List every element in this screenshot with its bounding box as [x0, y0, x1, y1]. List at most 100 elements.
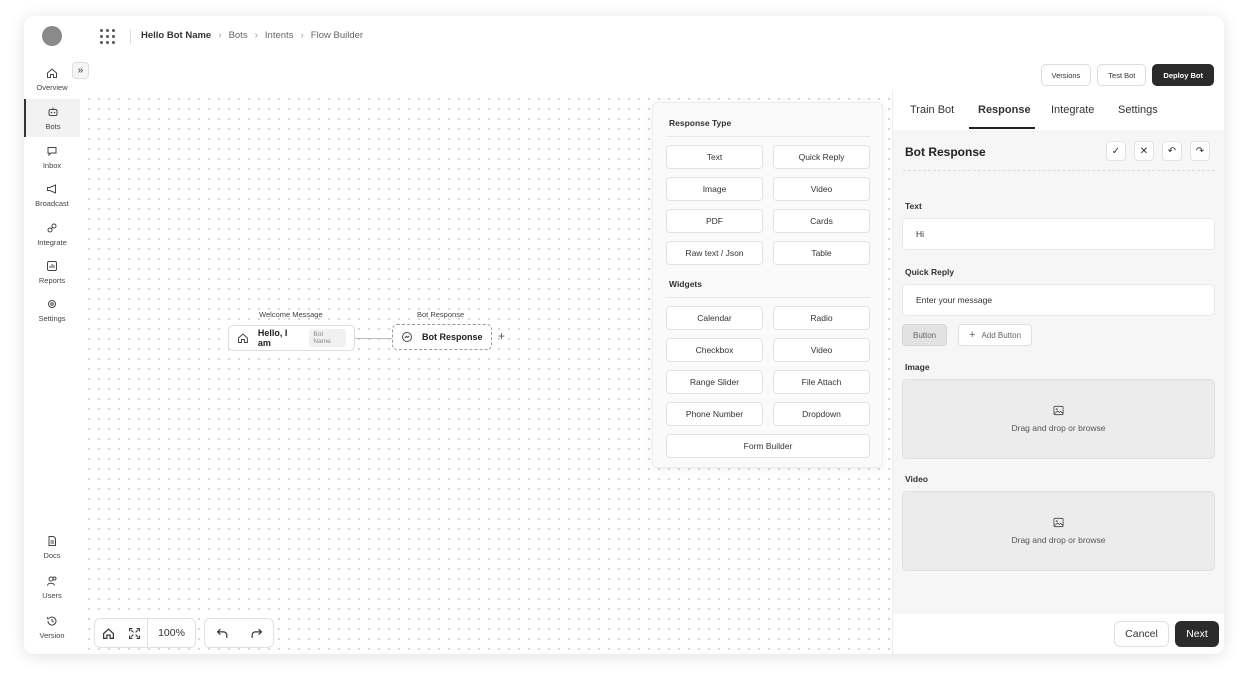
redo-icon [251, 628, 262, 638]
image-dropzone[interactable]: Drag and drop or browse [902, 379, 1215, 459]
response-type-text[interactable]: Text [666, 145, 763, 169]
tab-settings[interactable]: Settings [1118, 104, 1158, 116]
image-dropzone-text: Drag and drop or browse [1011, 423, 1106, 433]
widget-radio[interactable]: Radio [773, 306, 870, 330]
plus-icon: + [969, 329, 976, 341]
widget-dropdown[interactable]: Dropdown [773, 402, 870, 426]
redo-button[interactable]: ↷ [1190, 141, 1210, 161]
cancel-button[interactable]: Cancel [1114, 621, 1169, 647]
breadcrumb-intents[interactable]: Intents [265, 30, 294, 41]
fullscreen-button[interactable] [121, 619, 147, 647]
logo[interactable] [42, 26, 62, 46]
sidebar-item-integrate[interactable]: Integrate [24, 215, 80, 253]
quick-reply-input[interactable]: Enter your message [902, 284, 1215, 316]
close-button[interactable]: ✕ [1134, 141, 1154, 161]
zoom-level[interactable]: 100% [147, 619, 195, 647]
text-input[interactable]: Hi [902, 218, 1215, 250]
response-type-cards[interactable]: Cards [773, 209, 870, 233]
quick-reply-label: Quick Reply [905, 267, 955, 277]
divider [903, 170, 1215, 171]
sidebar-item-label: Settings [38, 313, 66, 323]
sidebar-item-reports[interactable]: Reports [24, 253, 80, 291]
video-dropzone[interactable]: Drag and drop or browse [902, 491, 1215, 571]
top-actions: Versions Test Bot Deploy Bot [1040, 64, 1214, 86]
deploy-bot-button[interactable]: Deploy Bot [1152, 64, 1214, 86]
tab-response[interactable]: Response [978, 104, 1031, 116]
add-button-button[interactable]: + Add Button [958, 324, 1033, 346]
widget-calendar[interactable]: Calendar [666, 306, 763, 330]
widget-checkbox[interactable]: Checkbox [666, 338, 763, 362]
undo-button[interactable]: ↶ [1162, 141, 1182, 161]
response-type-quick-reply[interactable]: Quick Reply [773, 145, 870, 169]
panel-footer: Cancel Next [893, 614, 1224, 654]
apps-grid-icon[interactable] [100, 29, 116, 45]
history-icon [47, 616, 57, 626]
sidebar-item-label: Reports [38, 275, 66, 285]
test-bot-button[interactable]: Test Bot [1097, 64, 1147, 86]
image-icon [1053, 517, 1064, 528]
response-panel: Train Bot Response Integrate Settings Bo… [892, 90, 1224, 654]
sidebar-item-label: Version [39, 630, 65, 640]
sidebar-item-label: Integrate [37, 237, 67, 247]
bot-response-node[interactable]: Bot Response [392, 324, 492, 350]
home-icon [47, 67, 57, 78]
breadcrumb-bots[interactable]: Bots [229, 30, 248, 41]
sidebar-item-inbox[interactable]: Inbox [24, 138, 80, 176]
button-chip[interactable]: Button [902, 324, 948, 346]
widget-file-attach[interactable]: File Attach [773, 370, 870, 394]
chevron-right-icon: › [300, 30, 304, 41]
breadcrumb-flow-builder[interactable]: Flow Builder [311, 30, 363, 41]
add-node-icon[interactable]: + [498, 329, 505, 343]
widget-phone-number[interactable]: Phone Number [666, 402, 763, 426]
confirm-button[interactable]: ✓ [1106, 141, 1126, 161]
response-type-table[interactable]: Table [773, 241, 870, 265]
widget-video[interactable]: Video [773, 338, 870, 362]
tab-integrate[interactable]: Integrate [1051, 104, 1094, 116]
chevron-right-icon: › [254, 30, 258, 41]
sidebar-item-version[interactable]: Version [24, 608, 80, 646]
response-node-text: Bot Response [422, 332, 483, 342]
expand-sidebar-button[interactable]: » [72, 62, 89, 79]
sidebar-item-docs[interactable]: Docs [24, 528, 80, 566]
view-controls: 100% [94, 618, 196, 648]
app-window: Hello Bot Name › Bots › Intents › Flow B… [24, 16, 1224, 654]
bot-icon [48, 107, 58, 116]
divider [130, 29, 131, 44]
home-icon [102, 627, 114, 639]
versions-button[interactable]: Versions [1040, 64, 1092, 86]
undo-button[interactable] [205, 619, 239, 647]
divider [667, 297, 870, 298]
response-type-video[interactable]: Video [773, 177, 870, 201]
redo-icon: ↷ [1195, 145, 1205, 157]
response-type-title: Response Type [669, 118, 732, 128]
divider [667, 136, 870, 137]
close-icon: ✕ [1139, 145, 1149, 157]
sidebar-item-label: Bots [45, 121, 61, 131]
active-tab-indicator [969, 127, 1035, 129]
widget-form-builder[interactable]: Form Builder [666, 434, 870, 458]
canvas-toolbar: 100% [94, 618, 274, 648]
redo-button[interactable] [239, 619, 273, 647]
widget-range-slider[interactable]: Range Slider [666, 370, 763, 394]
megaphone-icon [47, 183, 56, 194]
history-controls [204, 618, 274, 648]
welcome-message-node[interactable]: Hello, I am Bot Name [228, 325, 355, 351]
response-type-raw-json[interactable]: Raw text / Json [666, 241, 763, 265]
response-type-image[interactable]: Image [666, 177, 763, 201]
tab-train-bot[interactable]: Train Bot [910, 104, 954, 116]
welcome-node-label: Welcome Message [259, 310, 323, 319]
sidebar-item-settings[interactable]: Settings [24, 291, 80, 329]
users-icon [47, 576, 57, 586]
plug-icon [47, 223, 57, 232]
sidebar-item-users[interactable]: Users [24, 568, 80, 606]
home-icon [237, 333, 248, 343]
sidebar-item-bots[interactable]: Bots [24, 99, 80, 137]
fit-home-button[interactable] [95, 619, 121, 647]
sidebar-item-label: Inbox [42, 160, 62, 170]
widgets-title: Widgets [669, 279, 702, 289]
video-dropzone-text: Drag and drop or browse [1011, 535, 1106, 545]
next-button[interactable]: Next [1175, 621, 1219, 647]
breadcrumb-bot-name[interactable]: Hello Bot Name [141, 30, 211, 41]
sidebar-item-broadcast[interactable]: Broadcast [24, 176, 80, 214]
response-type-pdf[interactable]: PDF [666, 209, 763, 233]
